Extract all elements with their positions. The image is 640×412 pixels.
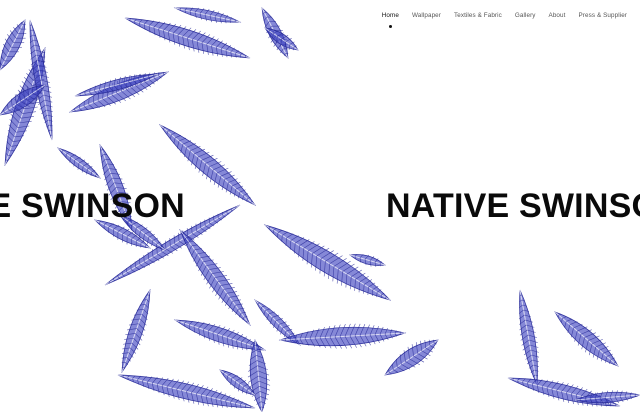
- leaf-sketch: [349, 254, 386, 267]
- leaf-sketch: [384, 339, 439, 376]
- leaf-sketch: [278, 323, 407, 349]
- nav-item-home[interactable]: Home: [381, 12, 399, 29]
- leaf-sketch: [121, 288, 151, 374]
- nav-item-label: Home: [381, 12, 399, 19]
- nav-item-textiles-fabric[interactable]: Textiles & Fabric: [454, 12, 502, 19]
- marquee-text: NATIVE SWINSON: [386, 187, 640, 225]
- nav-item-wallpaper[interactable]: Wallpaper: [412, 12, 441, 19]
- leaf-sketch: [29, 19, 53, 141]
- nav-item-gallery[interactable]: Gallery: [515, 12, 536, 19]
- hero-marquee: NATIVE SWINSON NATIVE SWINSON: [0, 186, 640, 226]
- leaf-sketch: [518, 289, 540, 386]
- main-nav: Home Wallpaper Textiles & Fabric Gallery…: [381, 12, 628, 29]
- leaf-sketch: [173, 7, 242, 24]
- leaf-sketch: [219, 369, 256, 396]
- marquee-text: NATIVE SWINSON: [0, 187, 185, 225]
- nav-item-about[interactable]: About: [549, 12, 566, 19]
- leaf-sketch: [0, 19, 27, 71]
- leaf-sketch: [247, 339, 271, 412]
- leaf-sketch: [124, 17, 251, 59]
- nav-item-press-supplier[interactable]: Press & Supplier: [579, 12, 628, 19]
- leaf-sketch: [179, 228, 251, 327]
- leaf-sketch: [554, 311, 619, 367]
- leaf-sketch: [57, 147, 101, 179]
- leaf-sketch: [173, 319, 267, 351]
